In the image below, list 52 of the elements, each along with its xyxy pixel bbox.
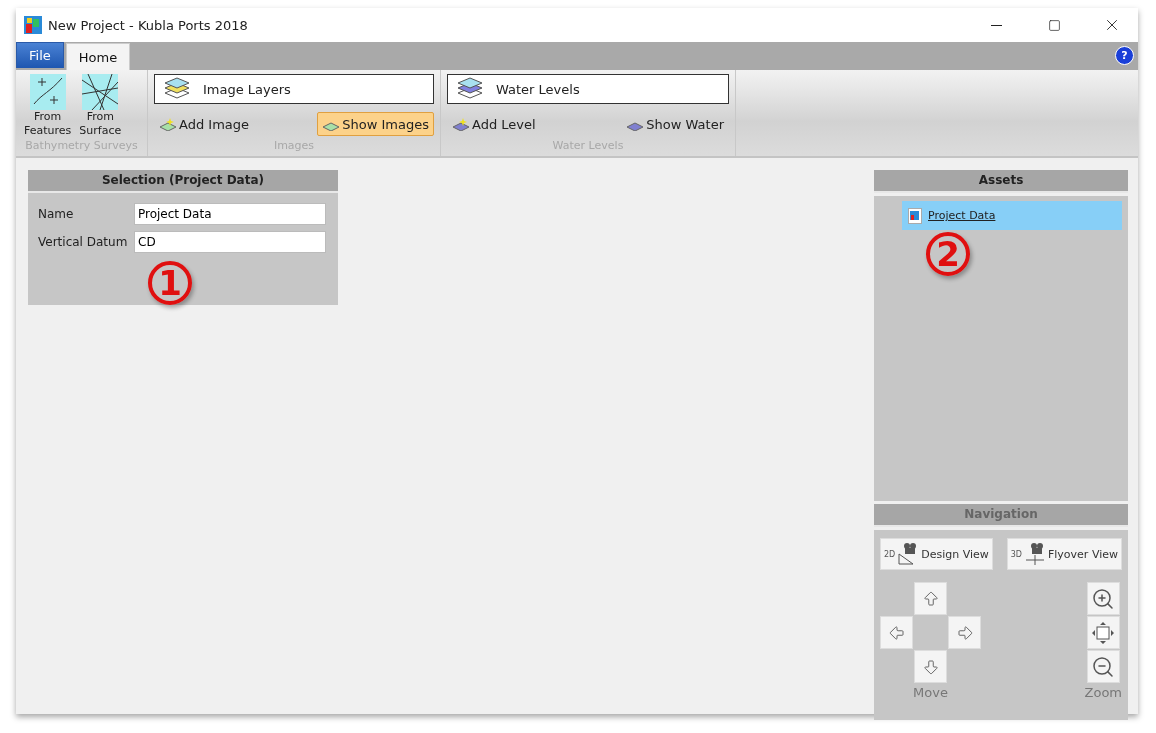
help-button[interactable]: ? xyxy=(1115,46,1134,65)
input-field[interactable]: Project Data xyxy=(134,203,326,225)
view-button[interactable]: 3D Flyover View xyxy=(1006,538,1122,570)
panel-header: Selection (Project Data) xyxy=(28,170,338,193)
panel-header: Navigation xyxy=(874,504,1128,527)
camera-arrows-icon xyxy=(1024,542,1045,566)
add-sparkle-icon xyxy=(452,117,470,131)
zoom-in-icon xyxy=(1091,586,1116,611)
pan-right-button[interactable] xyxy=(948,616,981,649)
panel-header: Assets xyxy=(874,170,1128,193)
add-sparkle-icon xyxy=(159,117,177,131)
move-label: Move xyxy=(913,685,948,700)
ribbon-tab[interactable]: Home xyxy=(65,43,131,70)
ribbon-button[interactable]: From Surface xyxy=(77,74,124,138)
view-button[interactable]: 2D Design View xyxy=(880,538,993,570)
zoom-fit-button[interactable] xyxy=(1086,616,1120,649)
layers-icon xyxy=(456,77,484,101)
ribbon-button[interactable]: Show Water xyxy=(621,112,729,136)
fit-view-icon xyxy=(1091,620,1116,645)
zoom-label: Zoom xyxy=(1084,685,1122,700)
zoom-out-icon xyxy=(1091,654,1116,679)
input-field[interactable]: CD xyxy=(134,231,326,253)
camera-ruler-icon xyxy=(898,542,919,566)
zoom-in-button[interactable] xyxy=(1086,582,1120,615)
field-label: Name xyxy=(38,207,75,221)
document-icon xyxy=(908,207,922,224)
field-label: Vertical Datum xyxy=(38,235,129,249)
pan-down-button[interactable] xyxy=(914,650,947,683)
layers-icon xyxy=(163,77,191,101)
ribbon-tab[interactable]: File xyxy=(16,42,64,68)
zoom-out-button[interactable] xyxy=(1086,650,1120,683)
minimize-icon xyxy=(990,24,1002,26)
callout-marker: 2 xyxy=(926,232,970,276)
callout-marker: 1 xyxy=(148,261,192,305)
arrow-up-icon xyxy=(921,589,940,608)
ribbon-button[interactable]: Add Level xyxy=(447,112,541,136)
arrow-right-icon xyxy=(955,623,974,642)
layer-dropdown[interactable]: Image Layers xyxy=(154,74,434,104)
app-icon xyxy=(24,16,42,34)
pan-left-button[interactable] xyxy=(880,616,913,649)
maximize-icon xyxy=(1047,18,1061,32)
ribbon-button[interactable]: Add Image xyxy=(154,112,254,136)
arrow-left-icon xyxy=(887,623,906,642)
arrow-down-icon xyxy=(921,657,940,676)
contour-icon xyxy=(29,74,66,110)
window-title: New Project - Kubla Ports 2018 xyxy=(48,17,249,33)
ribbon-button[interactable]: From Features xyxy=(22,74,74,138)
ribbon-button[interactable]: Show Images xyxy=(317,112,434,136)
pan-up-button[interactable] xyxy=(914,582,947,615)
layer-dropdown[interactable]: Water Levels xyxy=(447,74,729,104)
triangle-mesh-icon xyxy=(82,74,119,110)
asset-item[interactable]: Project Data xyxy=(902,201,1122,230)
